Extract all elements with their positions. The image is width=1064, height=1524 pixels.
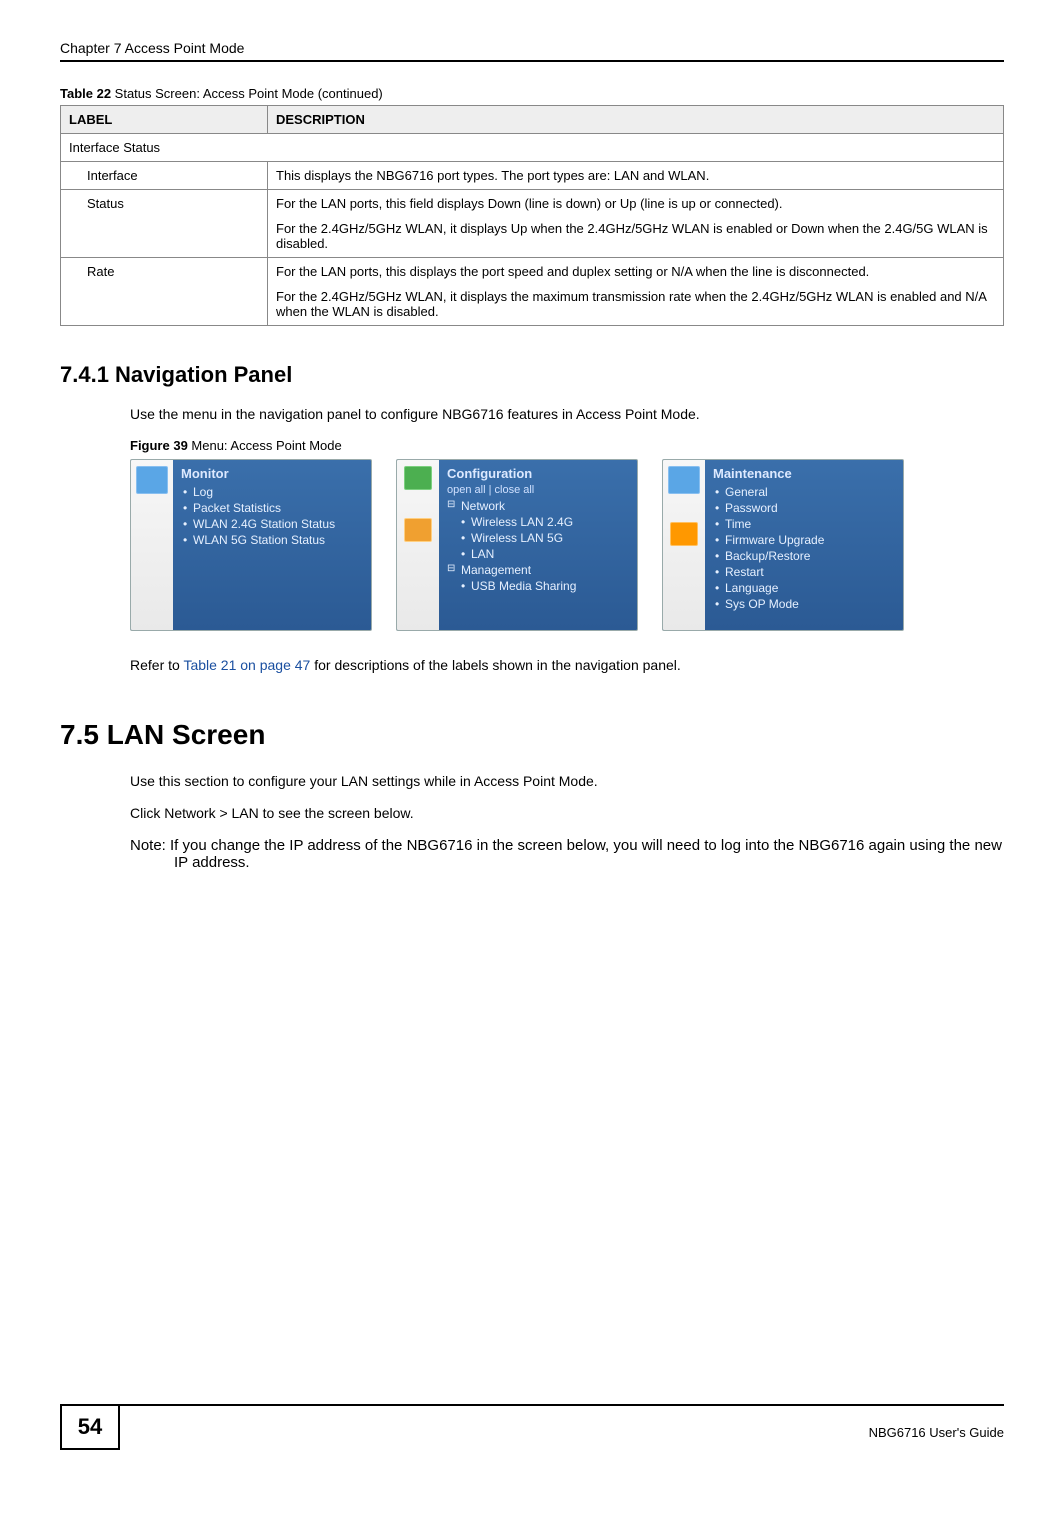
cross-ref-link[interactable]: Table 21 on page 47 (183, 657, 310, 673)
status-desc-p2: For the 2.4GHz/5GHz WLAN, it displays Up… (276, 221, 995, 251)
menu-panel-monitor: Monitor Log Packet Statistics WLAN 2.4G … (130, 459, 372, 631)
menu-item: Packet Statistics (181, 500, 361, 516)
nav-panel-intro: Use the menu in the navigation panel to … (130, 406, 1004, 422)
status-desc-p1: For the LAN ports, this field displays D… (276, 196, 995, 211)
menu-item: Language (713, 580, 893, 596)
lan-note: Note: If you change the IP address of th… (130, 837, 1004, 871)
panel-icon-column (663, 460, 705, 630)
rate-desc-p2: For the 2.4GHz/5GHz WLAN, it displays th… (276, 289, 995, 319)
menu-item: USB Media Sharing (447, 578, 627, 594)
row-label-status: Status (69, 196, 124, 211)
row-label-rate: Rate (69, 264, 114, 279)
menu-title-maintenance: Maintenance (713, 466, 893, 481)
lan-click: Click Network > LAN to see the screen be… (130, 805, 1004, 821)
menu-title-configuration: Configuration (447, 466, 627, 481)
lan-intro: Use this section to configure your LAN s… (130, 773, 1004, 789)
menu-title-monitor: Monitor (181, 466, 361, 481)
menu-item: WLAN 5G Station Status (181, 532, 361, 548)
menu-item: Restart (713, 564, 893, 580)
table-row: Status For the LAN ports, this field dis… (61, 190, 1004, 258)
table-caption-text: Status Screen: Access Point Mode (contin… (111, 86, 383, 101)
menu-item: Log (181, 484, 361, 500)
table-caption: Table 22 Status Screen: Access Point Mod… (60, 86, 1004, 101)
row-desc-interface: This displays the NBG6716 port types. Th… (268, 162, 1004, 190)
figure-caption: Figure 39 Menu: Access Point Mode (130, 438, 1004, 453)
menu-item: Password (713, 500, 893, 516)
table-row: Interface This displays the NBG6716 port… (61, 162, 1004, 190)
monitor-icon (136, 466, 168, 494)
chapter-header: Chapter 7 Access Point Mode (60, 40, 244, 56)
page-number: 54 (60, 1406, 120, 1450)
menu-item: Backup/Restore (713, 548, 893, 564)
menu-item: WLAN 2.4G Station Status (181, 516, 361, 532)
row-interface-status: Interface Status (61, 134, 1004, 162)
table-number: Table 22 (60, 86, 111, 101)
table-row: Rate For the LAN ports, this displays th… (61, 258, 1004, 326)
panel-icon-column (397, 460, 439, 630)
maintenance-icon-2 (670, 522, 698, 546)
menu-item: Wireless LAN 5G (447, 530, 627, 546)
rate-desc-p1: For the LAN ports, this displays the por… (276, 264, 995, 279)
heading-navigation-panel: 7.4.1 Navigation Panel (60, 362, 1004, 388)
network-icon (404, 518, 432, 542)
menu-tree-network: Network (447, 498, 627, 514)
menu-panel-maintenance: Maintenance General Password Time Firmwa… (662, 459, 904, 631)
table-row: Interface Status (61, 134, 1004, 162)
menu-item: Time (713, 516, 893, 532)
figure-number: Figure 39 (130, 438, 188, 453)
row-desc-status: For the LAN ports, this field displays D… (268, 190, 1004, 258)
menu-item: Firmware Upgrade (713, 532, 893, 548)
menu-item: Sys OP Mode (713, 596, 893, 612)
menu-item: General (713, 484, 893, 500)
menu-sub-openclose: open all | close all (447, 484, 627, 496)
figure-caption-text: Menu: Access Point Mode (188, 438, 342, 453)
menu-item: LAN (447, 546, 627, 562)
heading-lan-screen: 7.5 LAN Screen (60, 719, 1004, 751)
menu-panel-configuration: Configuration open all | close all Netwo… (396, 459, 638, 631)
menu-tree-management: Management (447, 562, 627, 578)
refer-post: for descriptions of the labels shown in … (310, 657, 680, 673)
configuration-icon (404, 466, 432, 490)
col-header-description: DESCRIPTION (268, 106, 1004, 134)
refer-pre: Refer to (130, 657, 183, 673)
footer-guide-title: NBG6716 User's Guide (869, 1417, 1004, 1440)
row-desc-rate: For the LAN ports, this displays the por… (268, 258, 1004, 326)
menu-item: Wireless LAN 2.4G (447, 514, 627, 530)
status-table: LABEL DESCRIPTION Interface Status Inter… (60, 105, 1004, 326)
col-header-label: LABEL (61, 106, 268, 134)
panel-icon-column (131, 460, 173, 630)
row-label-interface: Interface (69, 168, 138, 183)
refer-text: Refer to Table 21 on page 47 for descrip… (130, 657, 1004, 673)
figure-menu-panels: Monitor Log Packet Statistics WLAN 2.4G … (130, 459, 1004, 631)
page-footer: 54 NBG6716 User's Guide (60, 1404, 1004, 1450)
maintenance-icon-1 (668, 466, 700, 494)
